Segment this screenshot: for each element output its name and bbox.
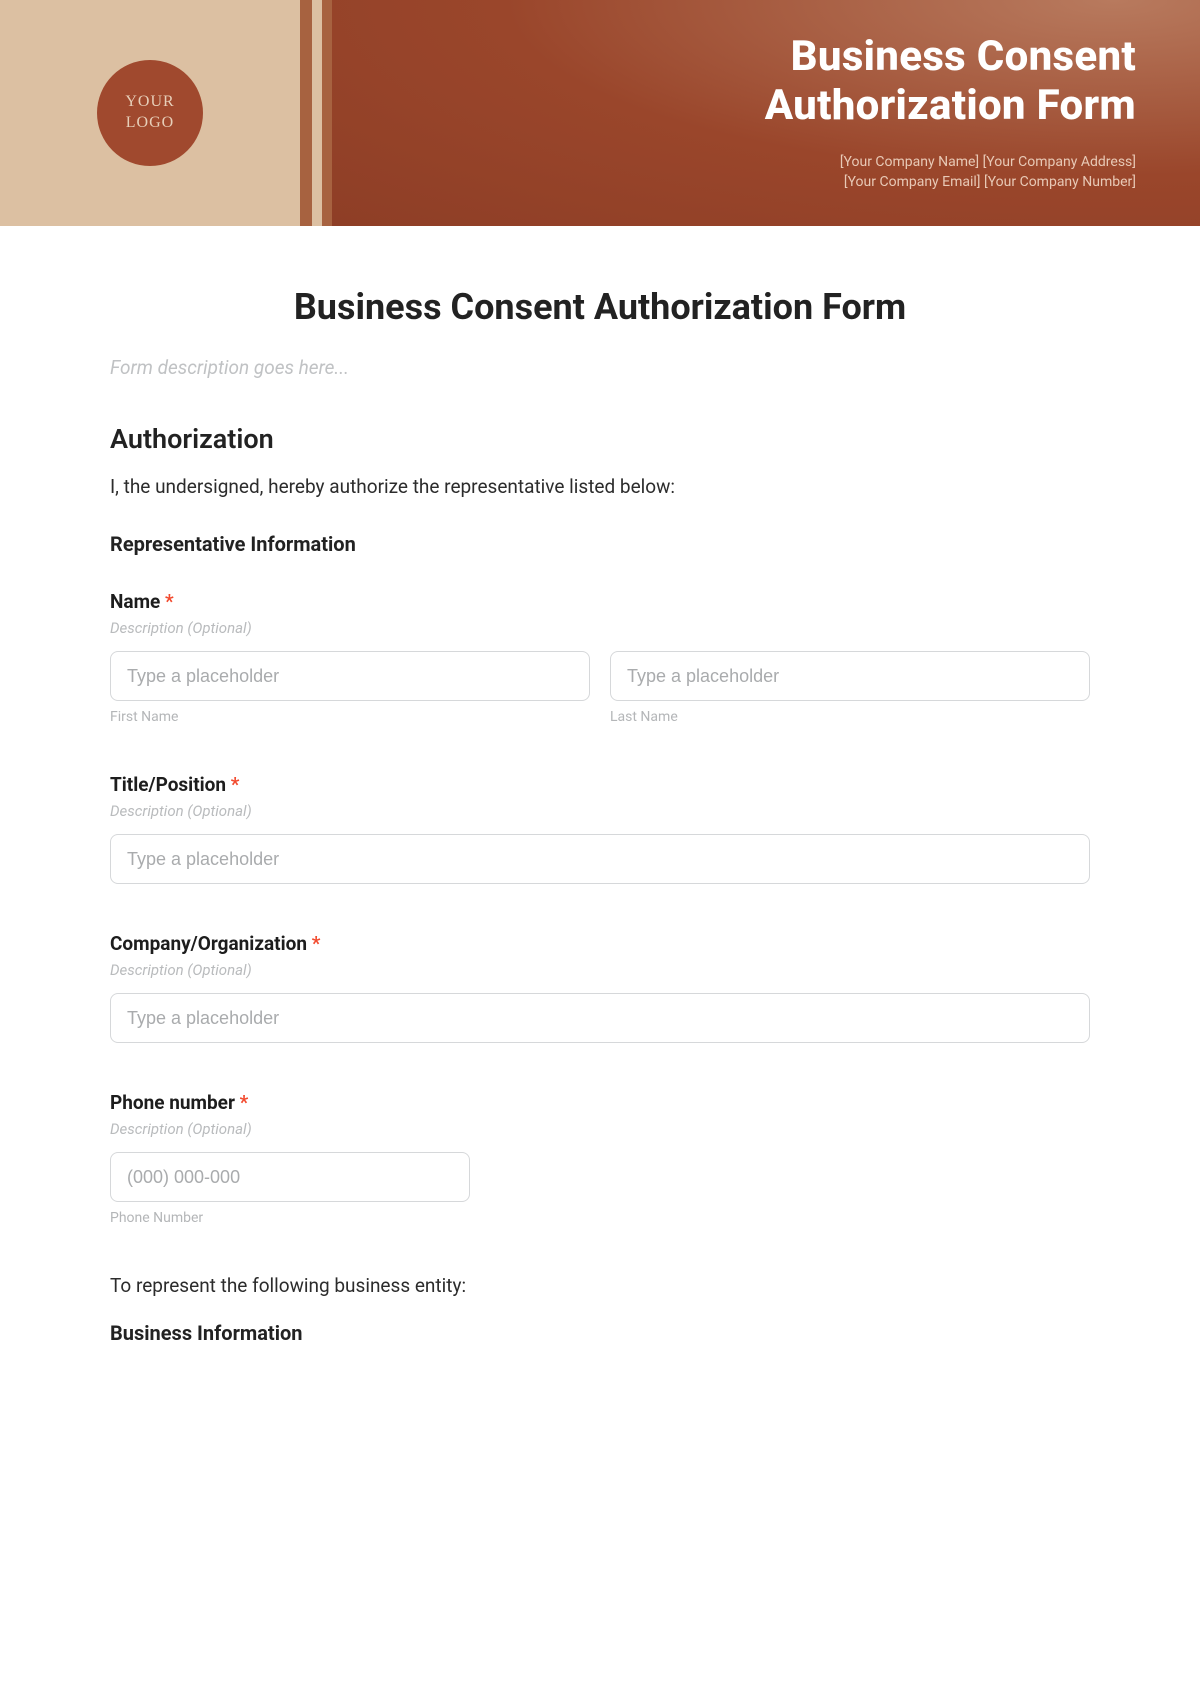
stripe <box>300 0 312 226</box>
last-name-sublabel: Last Name <box>610 709 1090 725</box>
first-name-input[interactable] <box>110 651 590 701</box>
logo-placeholder: YOUR LOGO <box>97 60 203 166</box>
name-desc: Description (Optional) <box>110 619 1090 637</box>
title-position-field: Title/Position * Description (Optional) <box>110 773 1090 884</box>
phone-field: Phone number * Description (Optional) Ph… <box>110 1091 1090 1226</box>
banner-meta-line1: [Your Company Name] [Your Company Addres… <box>840 152 1136 172</box>
form-content: Business Consent Authorization Form Form… <box>0 226 1200 1385</box>
company-label: Company/Organization * <box>110 932 1090 955</box>
required-mark: * <box>240 1091 249 1114</box>
phone-label-text: Phone number <box>110 1091 235 1114</box>
phone-input[interactable] <box>110 1152 470 1202</box>
title-position-label: Title/Position * <box>110 773 1090 796</box>
title-position-input[interactable] <box>110 834 1090 884</box>
authorization-heading: Authorization <box>110 423 1090 455</box>
company-desc: Description (Optional) <box>110 961 1090 979</box>
required-mark: * <box>231 773 240 796</box>
phone-sublabel: Phone Number <box>110 1210 1090 1226</box>
logo-text-line2: LOGO <box>126 113 174 134</box>
header-banner: YOUR LOGO Business Consent Authorization… <box>0 0 1200 226</box>
company-label-text: Company/Organization <box>110 932 307 955</box>
representative-info-heading: Representative Information <box>110 532 1090 556</box>
name-field: Name * Description (Optional) First Name… <box>110 590 1090 725</box>
banner-right: Business Consent Authorization Form [You… <box>332 0 1200 226</box>
authorization-text: I, the undersigned, hereby authorize the… <box>110 475 1090 498</box>
stripe <box>322 0 332 226</box>
banner-stripes <box>300 0 332 226</box>
company-field: Company/Organization * Description (Opti… <box>110 932 1090 1043</box>
phone-desc: Description (Optional) <box>110 1120 1090 1138</box>
company-input[interactable] <box>110 993 1090 1043</box>
banner-title: Business Consent Authorization Form <box>765 33 1136 130</box>
stripe <box>312 0 322 226</box>
name-label: Name * <box>110 590 1090 613</box>
form-title: Business Consent Authorization Form <box>110 286 1090 328</box>
name-label-text: Name <box>110 590 160 613</box>
banner-title-line2: Authorization Form <box>765 82 1136 130</box>
title-position-label-text: Title/Position <box>110 773 226 796</box>
title-position-desc: Description (Optional) <box>110 802 1090 820</box>
form-description[interactable]: Form description goes here... <box>110 356 1090 379</box>
banner-meta-line2: [Your Company Email] [Your Company Numbe… <box>840 172 1136 192</box>
last-name-input[interactable] <box>610 651 1090 701</box>
required-mark: * <box>165 590 174 613</box>
banner-title-line1: Business Consent <box>765 33 1136 81</box>
phone-label: Phone number * <box>110 1091 1090 1114</box>
required-mark: * <box>312 932 321 955</box>
entity-text: To represent the following business enti… <box>110 1274 1090 1297</box>
banner-meta: [Your Company Name] [Your Company Addres… <box>840 152 1136 193</box>
banner-left: YOUR LOGO <box>0 0 300 226</box>
first-name-sublabel: First Name <box>110 709 590 725</box>
logo-text-line1: YOUR <box>125 92 174 113</box>
business-info-heading: Business Information <box>110 1321 1090 1345</box>
